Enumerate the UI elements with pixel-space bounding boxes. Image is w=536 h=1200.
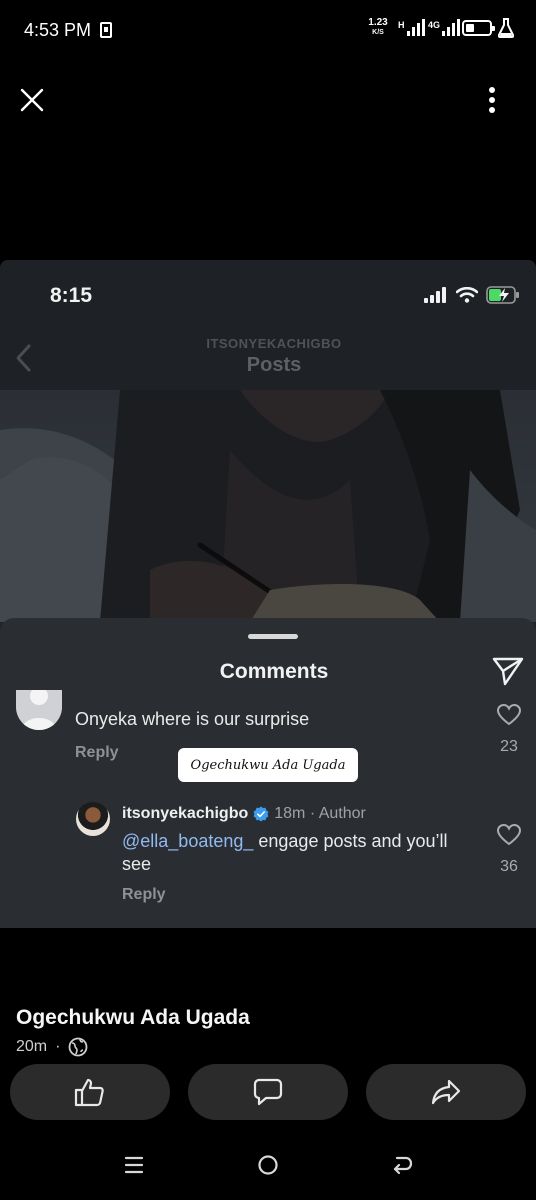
heart-icon (497, 704, 521, 726)
network-speed: 1.23 K/S (368, 17, 388, 37)
flask-icon (498, 18, 514, 38)
post-age: 20m (16, 1038, 48, 1055)
name-tag-overlay: Ogechukwu Ada Ugada (178, 748, 358, 782)
back-button[interactable] (382, 1150, 422, 1180)
comments-title: Comments (219, 660, 329, 683)
comment-meta: 18m · Author (274, 805, 366, 822)
signal-strength-icon (407, 18, 425, 36)
embedded-status-icons (424, 286, 520, 304)
status-time: 4:53 PM (24, 20, 92, 40)
comment-username[interactable]: itsonyekachigbo (122, 805, 248, 823)
comment-like-count: 23 (500, 738, 518, 755)
default-avatar-icon (21, 690, 57, 730)
embedded-header: ITSONYEKACHIGBO Posts (0, 326, 536, 390)
embedded-status-time: 8:15 (50, 284, 93, 307)
name-tag-text: Ogechukwu Ada Ugada (190, 757, 346, 773)
reply-button-2[interactable]: Reply (122, 886, 166, 904)
network-type-4g: 4G (428, 20, 441, 30)
comment-header: itsonyekachigbo 18m · Author (122, 805, 366, 823)
reply-like-count: 36 (500, 858, 518, 875)
send-icon (492, 657, 524, 686)
reply-button[interactable]: Reply (75, 744, 119, 762)
photo-image (0, 390, 536, 622)
verified-badge-icon (253, 806, 269, 822)
comment-text: Onyeka where is our surprise (75, 709, 310, 729)
like-icon (74, 1078, 104, 1107)
share-icon (431, 1079, 461, 1105)
post-meta: 20m · (16, 1037, 88, 1057)
close-button[interactable] (14, 82, 50, 118)
charging-battery-icon (486, 286, 519, 304)
home-icon (258, 1155, 278, 1175)
post-photo (0, 390, 536, 622)
status-bar: 4:53 PM 1.23 K/S H 4G (0, 0, 536, 60)
mention-link[interactable]: @ella_boateng_ (122, 831, 253, 851)
sheet-drag-handle[interactable] (248, 634, 298, 639)
embedded-status-bar: 8:15 (0, 260, 536, 326)
back-icon (393, 1156, 413, 1175)
more-vertical-icon (489, 87, 495, 113)
wifi-icon (456, 287, 478, 303)
comment-button[interactable] (188, 1064, 348, 1120)
embedded-screenshot[interactable]: 8:15 ITSONYEKACHIGBO Posts Comments Onye… (0, 260, 536, 928)
share-button[interactable] (366, 1064, 526, 1120)
heart-icon (497, 824, 521, 846)
embedded-header-title: Posts (246, 354, 302, 376)
network-type-h: H (398, 20, 405, 30)
like-reply-button[interactable] (494, 820, 524, 850)
post-actions (0, 1064, 536, 1120)
like-comment-button[interactable] (494, 700, 524, 730)
home-button[interactable] (248, 1150, 288, 1180)
image-viewer-toolbar (0, 60, 536, 260)
menu-icon (124, 1156, 144, 1174)
cellular-icon (424, 287, 446, 303)
author-avatar[interactable] (76, 802, 110, 836)
sim-notification-icon (100, 22, 112, 38)
signal-strength-icon-2 (442, 18, 460, 36)
close-icon (20, 88, 44, 112)
globe-icon (69, 1037, 88, 1057)
share-post-button[interactable] (490, 654, 526, 688)
like-button[interactable] (10, 1064, 170, 1120)
commenter-avatar[interactable] (16, 690, 62, 730)
comment-icon (253, 1078, 283, 1106)
embedded-header-username: ITSONYEKACHIGBO (206, 336, 342, 351)
navigation-bar (0, 1130, 536, 1200)
comments-sheet: Comments Onyeka where is our surprise Re… (0, 618, 536, 928)
battery-icon (462, 20, 495, 36)
more-options-button[interactable] (474, 82, 510, 118)
post-author-name[interactable]: Ogechukwu Ada Ugada (16, 1006, 250, 1030)
meta-separator: · (55, 1038, 61, 1055)
recents-button[interactable] (114, 1150, 154, 1180)
reply-comment-text: @ella_boateng_ engage posts and you’ll s… (122, 830, 462, 876)
